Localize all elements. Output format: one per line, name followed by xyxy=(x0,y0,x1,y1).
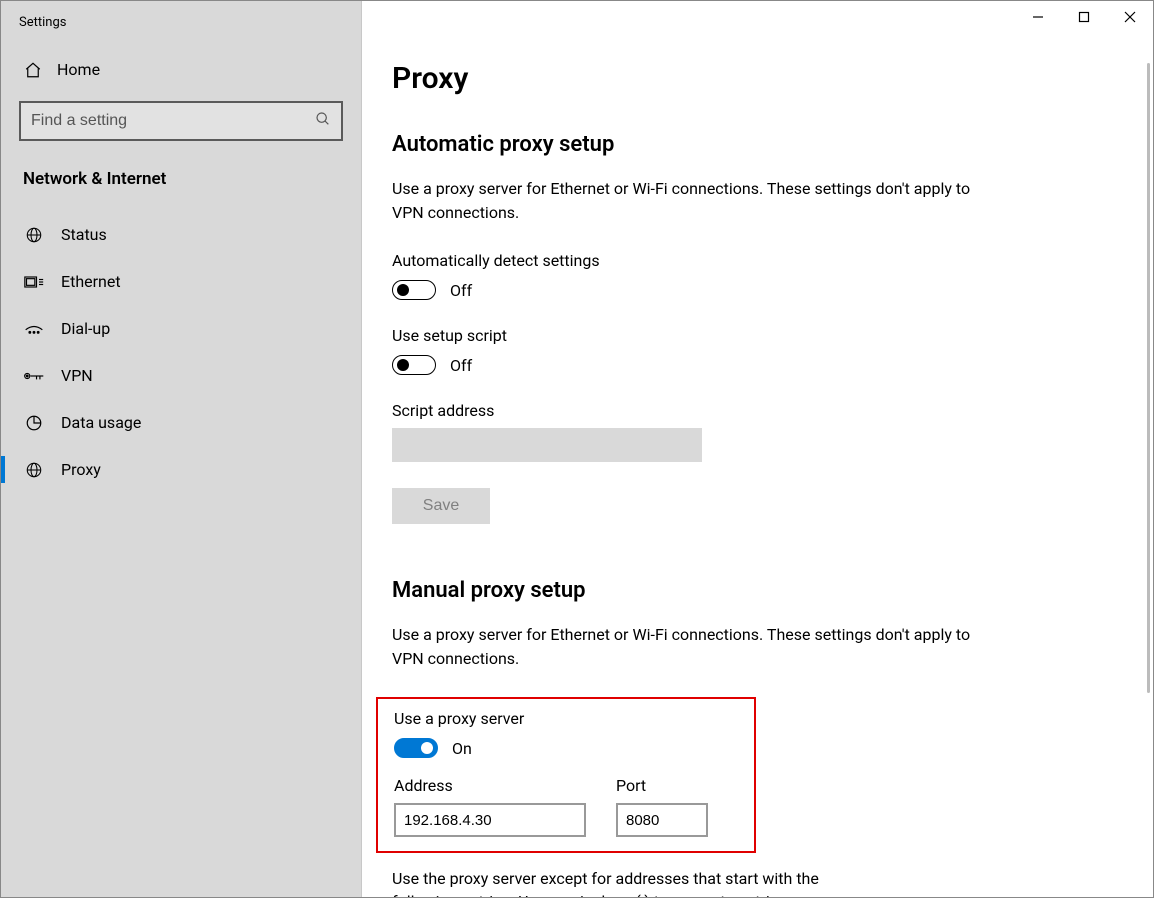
sidebar-category: Network & Internet xyxy=(1,163,361,211)
maximize-button[interactable] xyxy=(1061,1,1107,33)
search-input[interactable] xyxy=(31,112,315,130)
address-input[interactable] xyxy=(394,803,586,837)
use-proxy-state: On xyxy=(452,739,472,758)
auto-detect-state: Off xyxy=(450,281,472,300)
sidebar: Settings Home Network & Internet Status xyxy=(1,1,362,897)
sidebar-item-label: Ethernet xyxy=(61,272,121,291)
close-button[interactable] xyxy=(1107,1,1153,33)
use-proxy-label: Use a proxy server xyxy=(394,709,738,728)
home-button[interactable]: Home xyxy=(1,50,361,89)
sidebar-item-label: Dial-up xyxy=(61,319,110,338)
data-usage-icon xyxy=(23,414,45,432)
use-proxy-toggle[interactable] xyxy=(394,738,438,758)
search-input-container[interactable] xyxy=(19,101,343,141)
address-label: Address xyxy=(394,776,586,795)
window-title: Settings xyxy=(1,15,361,50)
automatic-heading: Automatic proxy setup xyxy=(392,132,1123,157)
vpn-icon xyxy=(23,369,45,383)
port-label: Port xyxy=(616,776,708,795)
ethernet-icon xyxy=(23,274,45,290)
sidebar-item-ethernet[interactable]: Ethernet xyxy=(1,258,361,305)
script-address-label: Script address xyxy=(392,401,1123,420)
proxy-icon xyxy=(23,461,45,479)
sidebar-item-label: VPN xyxy=(61,366,93,385)
auto-detect-label: Automatically detect settings xyxy=(392,251,1123,270)
home-label: Home xyxy=(57,60,100,79)
home-icon xyxy=(23,61,43,79)
dialup-icon xyxy=(23,321,45,337)
sidebar-item-proxy[interactable]: Proxy xyxy=(1,446,361,493)
search-icon xyxy=(315,111,331,131)
main-content: Proxy Automatic proxy setup Use a proxy … xyxy=(362,1,1153,897)
auto-detect-toggle[interactable] xyxy=(392,280,436,300)
sidebar-item-datausage[interactable]: Data usage xyxy=(1,399,361,446)
sidebar-item-label: Proxy xyxy=(61,460,101,479)
scrollbar[interactable] xyxy=(1147,63,1150,693)
manual-heading: Manual proxy setup xyxy=(392,578,1123,603)
window-controls xyxy=(1015,1,1153,33)
sidebar-nav: Status Ethernet Dial-up xyxy=(1,211,361,493)
highlight-annotation: Use a proxy server On Address Port xyxy=(376,697,756,853)
minimize-button[interactable] xyxy=(1015,1,1061,33)
exceptions-text: Use the proxy server except for addresse… xyxy=(392,867,862,897)
save-button: Save xyxy=(392,488,490,524)
setup-script-label: Use setup script xyxy=(392,326,1123,345)
port-input[interactable] xyxy=(616,803,708,837)
page-title: Proxy xyxy=(392,61,1123,96)
automatic-desc: Use a proxy server for Ethernet or Wi-Fi… xyxy=(392,177,972,225)
sidebar-item-dialup[interactable]: Dial-up xyxy=(1,305,361,352)
setup-script-state: Off xyxy=(450,356,472,375)
sidebar-item-status[interactable]: Status xyxy=(1,211,361,258)
sidebar-item-label: Data usage xyxy=(61,413,141,432)
globe-icon xyxy=(23,226,45,244)
script-address-input xyxy=(392,428,702,462)
manual-desc: Use a proxy server for Ethernet or Wi-Fi… xyxy=(392,623,972,671)
sidebar-item-label: Status xyxy=(61,225,107,244)
sidebar-item-vpn[interactable]: VPN xyxy=(1,352,361,399)
setup-script-toggle[interactable] xyxy=(392,355,436,375)
